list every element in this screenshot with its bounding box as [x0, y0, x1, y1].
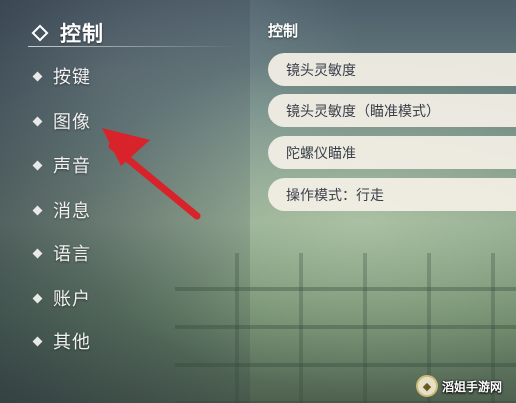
- site-watermark: ◆ 滔姐手游网: [416, 372, 516, 400]
- watermark-logo-icon: ◆: [416, 375, 438, 397]
- arrow-shape: [102, 128, 201, 220]
- red-arrow-annotation-icon: [102, 128, 201, 220]
- watermark-text: 滔姐手游网: [442, 379, 503, 394]
